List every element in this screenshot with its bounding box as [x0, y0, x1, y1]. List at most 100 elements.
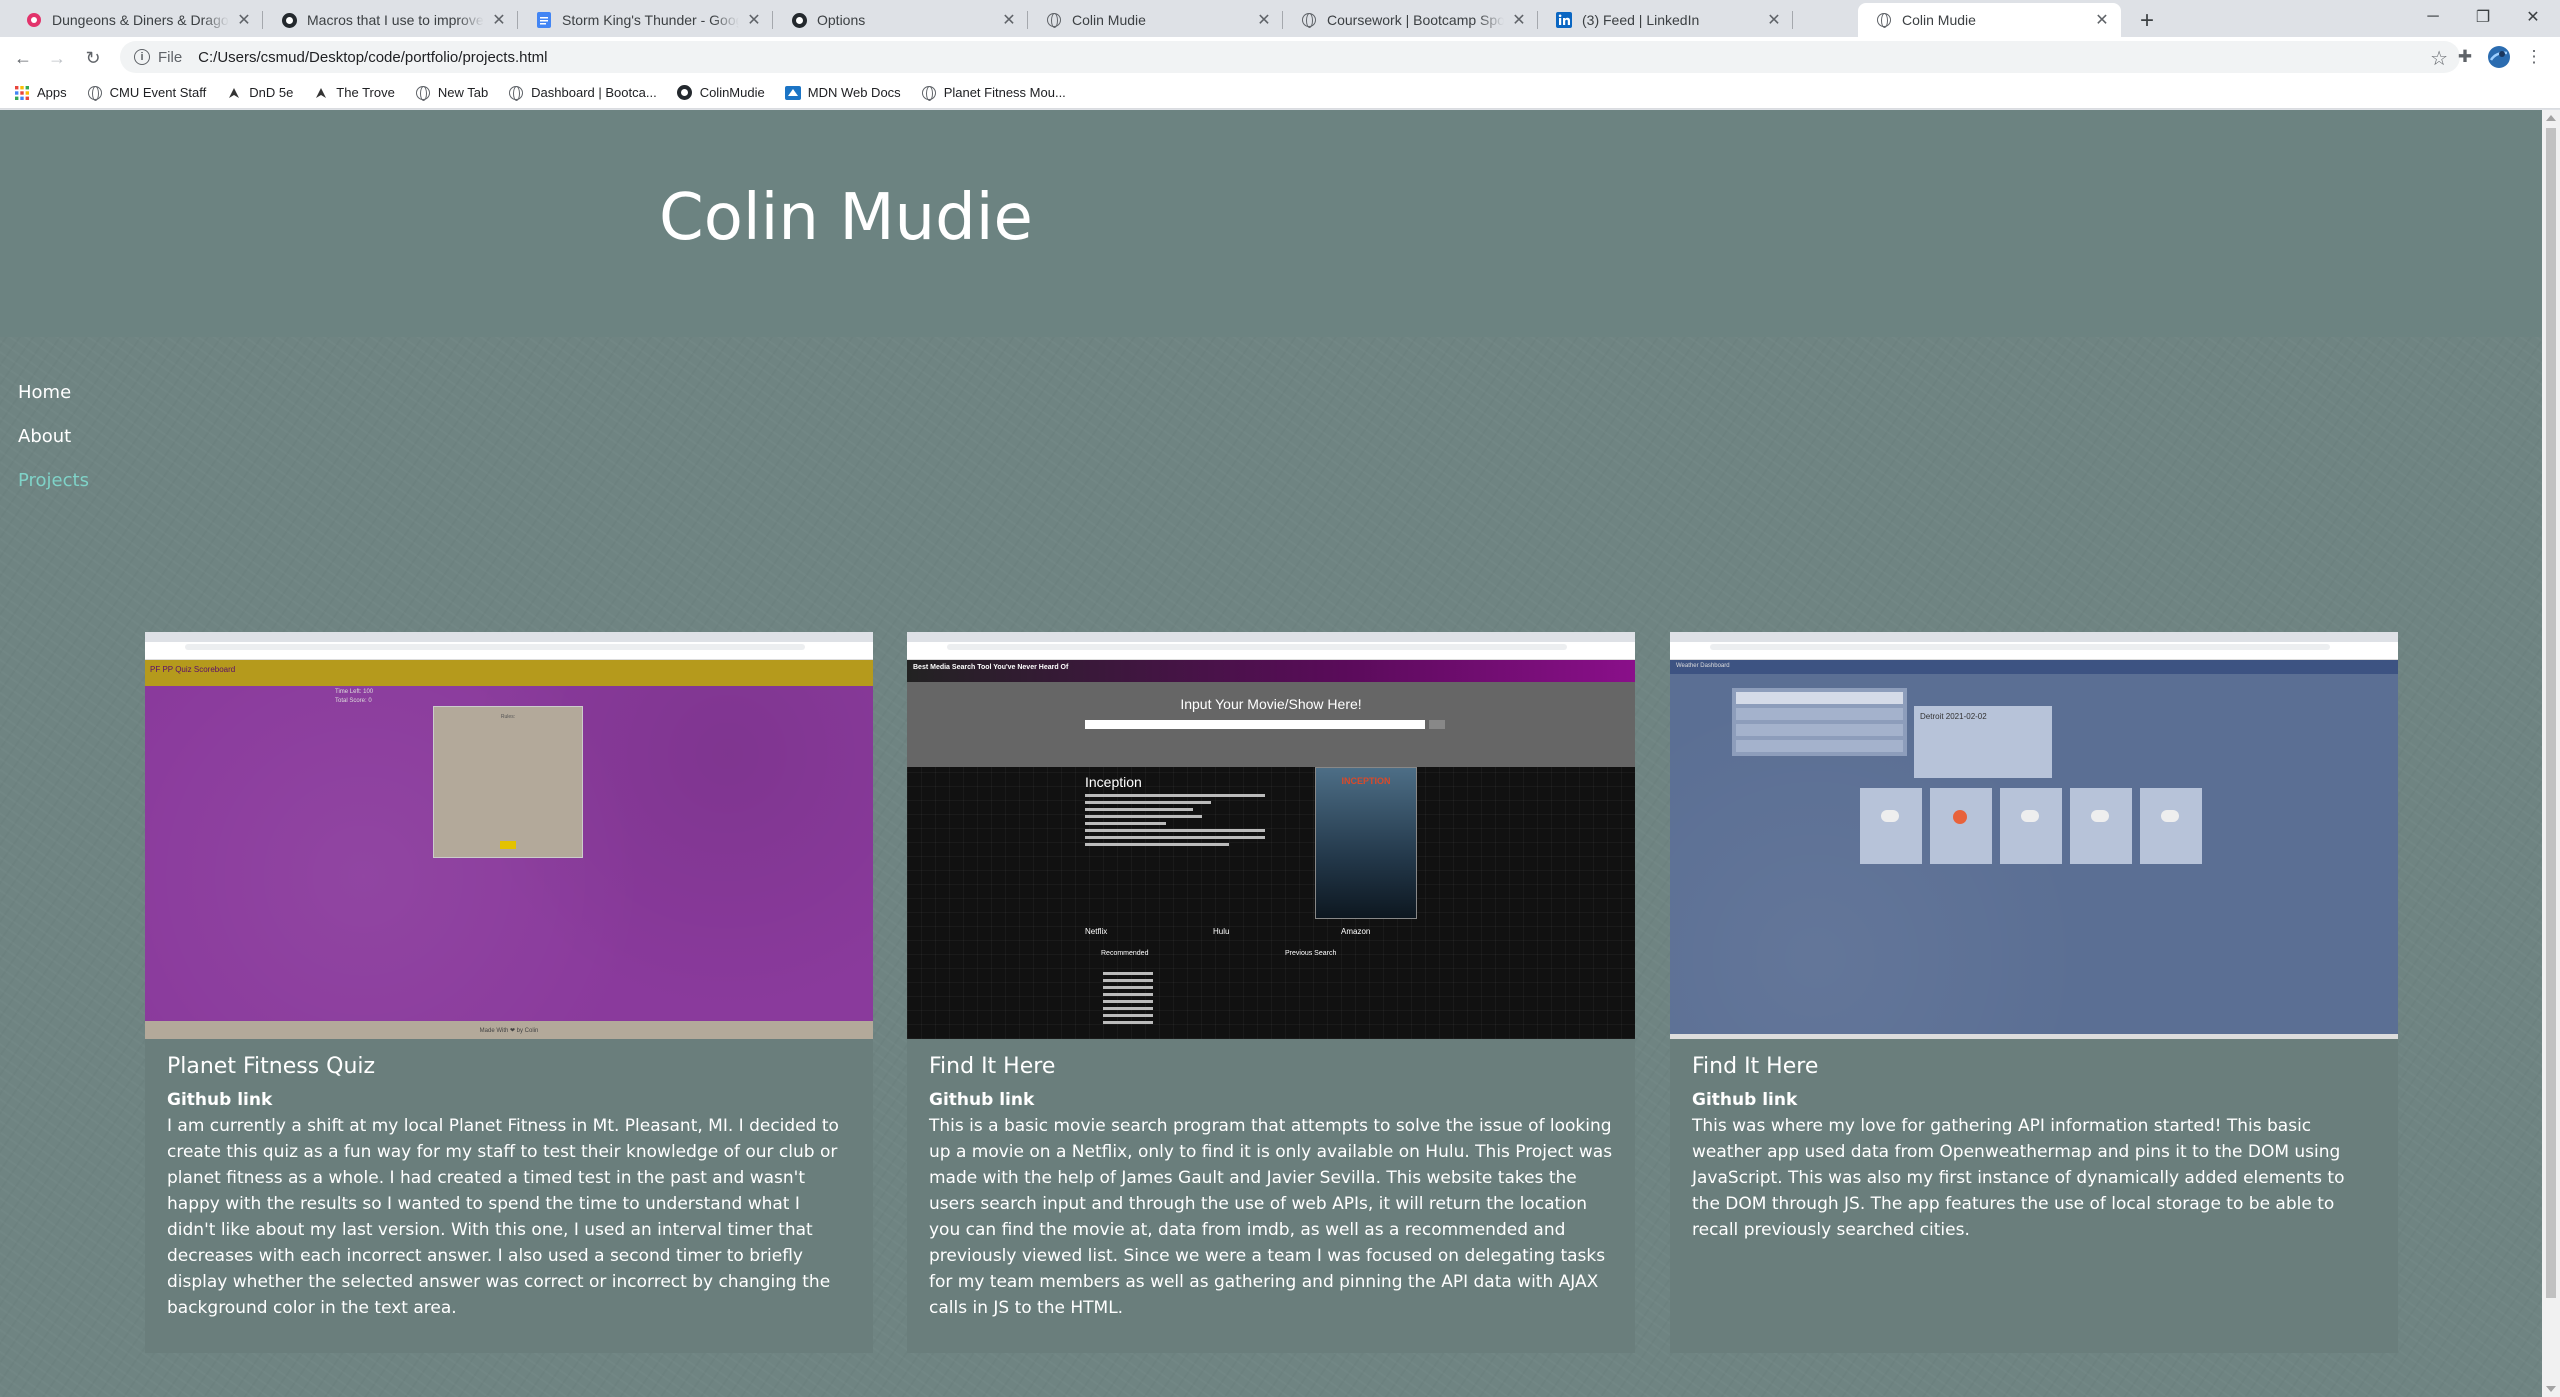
- mini-browser-tabs: [907, 632, 1635, 642]
- tab-title: Colin Mudie: [1902, 12, 1976, 28]
- mini-browser-tabs: [1670, 632, 2398, 642]
- browser-tab[interactable]: Macros that I use to improve my ✕: [263, 3, 518, 37]
- globe-icon: [508, 85, 524, 101]
- close-tab-icon[interactable]: ✕: [235, 11, 253, 29]
- bookmarks-bar: Apps CMU Event Staff DnD 5e The Trove Ne…: [0, 77, 2560, 109]
- scroll-down-icon[interactable]: [2546, 1386, 2556, 1392]
- bookmark-label: Planet Fitness Mou...: [943, 85, 1066, 100]
- bookmark-dnd-5e[interactable]: DnD 5e: [226, 85, 293, 101]
- info-icon[interactable]: i: [134, 49, 150, 65]
- globe-icon: [87, 85, 103, 101]
- bookmark-mdn-web-docs[interactable]: MDN Web Docs: [784, 85, 901, 101]
- scroll-up-icon[interactable]: [2546, 115, 2556, 121]
- project-info: Find It Here Github link This is a basic…: [929, 1052, 1613, 1321]
- bookmark-label: CMU Event Staff: [109, 85, 207, 100]
- close-tab-icon[interactable]: ✕: [1255, 11, 1273, 29]
- forward-arrow-icon[interactable]: →: [42, 43, 72, 73]
- browser-tab[interactable]: Storm King's Thunder - Google D ✕: [518, 3, 773, 37]
- google-docs-icon: [536, 12, 552, 28]
- movie-title: Inception: [1085, 774, 1142, 790]
- movie-search-button: [1429, 720, 1445, 729]
- github-link[interactable]: Github link: [929, 1088, 1613, 1113]
- project-description: I am currently a shift at my local Plane…: [167, 1116, 839, 1318]
- quiz-time-left: Time Left: 100: [335, 689, 374, 695]
- bookmark-label: New Tab: [437, 85, 489, 100]
- weather-nav: Weather Dashboard: [1670, 660, 2398, 674]
- bookmark-label: Apps: [37, 85, 67, 100]
- tab-title: Coursework | Bootcamp Spot: [1327, 12, 1504, 28]
- nav-link-projects[interactable]: Projects: [18, 470, 89, 491]
- weather-today-card: Detroit 2021-02-02: [1914, 706, 2052, 778]
- nav-link-home[interactable]: Home: [18, 382, 89, 403]
- browser-tab[interactable]: (3) Feed | LinkedIn ✕: [1538, 3, 1793, 37]
- tab-title: Storm King's Thunder - Google D: [562, 12, 739, 28]
- movie-search-panel: Input Your Movie/Show Here!: [907, 682, 1635, 767]
- bookmark-the-trove[interactable]: The Trove: [313, 85, 395, 101]
- project-info: Find It Here Github link This was where …: [1692, 1052, 2376, 1243]
- browser-tab[interactable]: Coursework | Bootcamp Spot ✕: [1283, 3, 1538, 37]
- bookmark-planet-fitness[interactable]: Planet Fitness Mou...: [921, 85, 1066, 101]
- project-screenshot-weather[interactable]: Weather Dashboard Detroit 2021-02-02: [1670, 632, 2398, 1039]
- movie-details: [1085, 794, 1265, 850]
- new-tab-button[interactable]: +: [2133, 7, 2161, 35]
- column-hulu: Hulu: [1213, 927, 1230, 936]
- tab-title: Options: [817, 12, 866, 28]
- back-arrow-icon[interactable]: ←: [8, 43, 38, 73]
- close-tab-icon[interactable]: ✕: [1510, 11, 1528, 29]
- movie-recommended-list: [1085, 972, 1445, 1039]
- dnd-icon: [313, 85, 329, 101]
- github-link[interactable]: Github link: [1692, 1088, 2376, 1113]
- quiz-footer: Made With ❤ by Colin: [145, 1021, 873, 1039]
- site-title: Colin Mudie: [659, 181, 1033, 255]
- weather-today-city: Detroit 2021-02-02: [1920, 712, 1987, 721]
- close-tab-icon[interactable]: ✕: [1000, 11, 1018, 29]
- address-url[interactable]: C:/Users/csmud/Desktop/code/portfolio/pr…: [198, 49, 547, 66]
- browser-toolbar: ← → ↻ i File C:/Users/csmud/Desktop/code…: [0, 37, 2560, 77]
- browser-tab[interactable]: Options ✕: [773, 3, 1028, 37]
- column-amazon: Amazon: [1341, 927, 1371, 936]
- project-screenshot-quiz[interactable]: PF PP Quiz Scoreboard Time Left: 100 Tot…: [145, 632, 873, 1039]
- tab-title: Colin Mudie: [1072, 12, 1146, 28]
- close-tab-icon[interactable]: ✕: [1765, 11, 1783, 29]
- project-title: Find It Here: [1692, 1054, 1819, 1079]
- forecast-card: [2000, 788, 2062, 864]
- close-tab-icon[interactable]: ✕: [490, 11, 508, 29]
- bookmark-new-tab[interactable]: New Tab: [415, 85, 488, 101]
- close-window-button[interactable]: ✕: [2508, 0, 2558, 34]
- bookmark-label: DnD 5e: [249, 85, 294, 100]
- address-bar[interactable]: i File C:/Users/csmud/Desktop/code/portf…: [120, 41, 2460, 73]
- page-scrollbar[interactable]: [2542, 110, 2560, 1397]
- bookmark-cmu-event-staff[interactable]: CMU Event Staff: [87, 85, 207, 101]
- sun-icon: [1953, 810, 1967, 824]
- bookmark-dashboard-bootcamp[interactable]: Dashboard | Bootca...: [508, 85, 657, 101]
- project-screenshot-movie-search[interactable]: Best Media Search Tool You've Never Hear…: [907, 632, 1635, 1039]
- bookmark-star-icon[interactable]: ☆: [2430, 46, 2448, 71]
- profile-avatar[interactable]: [2487, 45, 2511, 69]
- bookmark-apps[interactable]: Apps: [14, 85, 67, 101]
- site-nav: Home About Projects: [18, 382, 89, 514]
- nav-link-about[interactable]: About: [18, 426, 89, 447]
- github-link[interactable]: Github link: [167, 1088, 851, 1113]
- close-tab-icon[interactable]: ✕: [745, 11, 763, 29]
- reload-icon[interactable]: ↻: [78, 43, 108, 73]
- tab-title: (3) Feed | LinkedIn: [1582, 12, 1700, 28]
- browser-tab[interactable]: Dungeons & Diners & Dragons ✕: [8, 3, 263, 37]
- minimize-button[interactable]: ─: [2408, 0, 2458, 34]
- kebab-menu-icon[interactable]: ⋮: [2522, 45, 2546, 69]
- site-header: Colin Mudie: [0, 110, 2542, 337]
- browser-tab[interactable]: Colin Mudie ✕: [1028, 3, 1283, 37]
- mdn-icon: [784, 85, 801, 101]
- scrollbar-thumb[interactable]: [2546, 128, 2556, 1298]
- extensions-puzzle-icon[interactable]: ✚: [2453, 45, 2477, 69]
- github-icon: [677, 85, 693, 101]
- close-tab-icon[interactable]: ✕: [2093, 11, 2111, 29]
- browser-tab-active[interactable]: Colin Mudie ✕: [1858, 3, 2121, 37]
- project-info: Planet Fitness Quiz Github link I am cur…: [167, 1052, 851, 1321]
- list-recommended: Recommended: [1101, 950, 1149, 957]
- quiz-total-score: Total Score: 0: [335, 698, 372, 704]
- cloud-icon: [1881, 810, 1899, 822]
- project-card: Best Media Search Tool You've Never Hear…: [907, 632, 1635, 1353]
- restore-button[interactable]: ❐: [2458, 0, 2508, 34]
- bookmark-colinmudie[interactable]: ColinMudie: [677, 85, 765, 101]
- bookmark-label: ColinMudie: [699, 85, 765, 100]
